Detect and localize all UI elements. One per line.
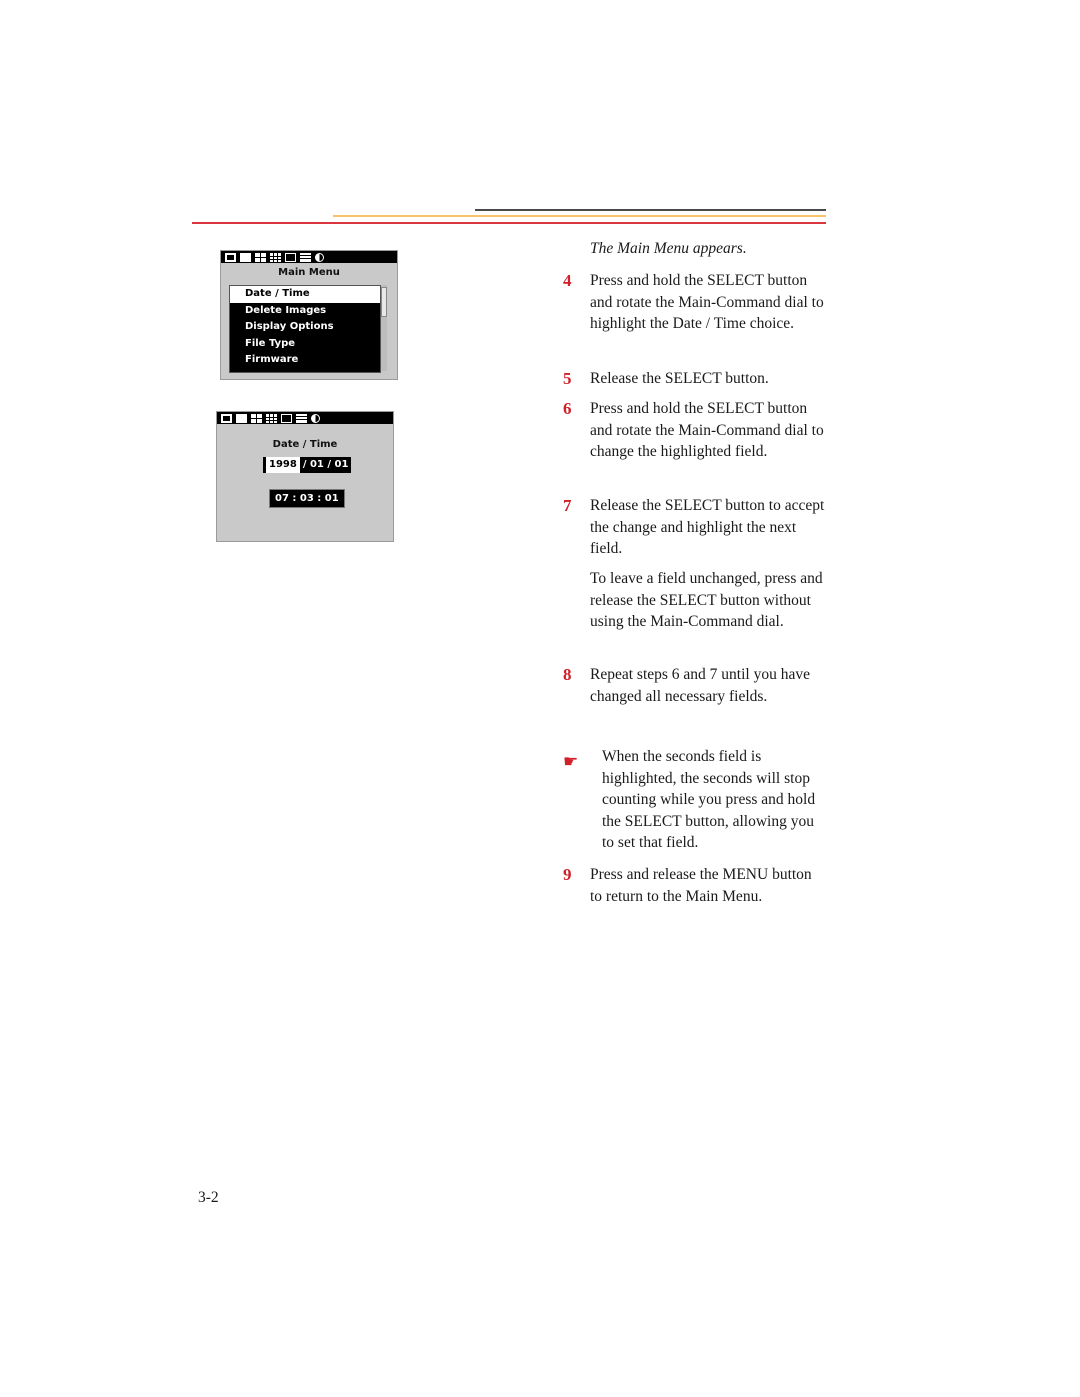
step-text: Repeat steps 6 and 7 until you have chan… bbox=[590, 666, 810, 705]
monitor-icon bbox=[281, 413, 292, 423]
step-number: 5 bbox=[563, 369, 572, 388]
pointing-hand-icon: ☛ bbox=[563, 752, 579, 771]
grid-4-icon bbox=[255, 252, 266, 262]
lcd-title: Date / Time bbox=[272, 439, 338, 450]
step-number: 8 bbox=[563, 665, 572, 684]
menu-item-delete-images: Delete Images bbox=[245, 304, 327, 316]
lcd-icon-bar bbox=[221, 251, 397, 263]
step-text: Press and release the MENU button to ret… bbox=[590, 866, 812, 905]
step-number: 9 bbox=[563, 865, 572, 884]
contrast-icon bbox=[315, 252, 324, 262]
step-text: Release the SELECT button. bbox=[590, 370, 769, 387]
step-text: Press and hold the SELECT button and rot… bbox=[590, 272, 824, 332]
list-icon bbox=[300, 252, 311, 262]
main-menu-list: Date / Time Delete Images Display Option… bbox=[229, 285, 381, 373]
header-rule-dark bbox=[475, 209, 826, 211]
lcd-icon-bar bbox=[217, 412, 393, 424]
step-number: 6 bbox=[563, 399, 572, 418]
step-7-note: To leave a field unchanged, press and re… bbox=[590, 570, 823, 630]
list-icon bbox=[296, 413, 307, 423]
single-frame-icon bbox=[236, 413, 247, 423]
grid-9-icon bbox=[266, 413, 277, 423]
lcd-date-time-screen: Date / Time 1998 / 01 / 01 07 : 03 : 01 bbox=[216, 411, 394, 542]
lcd-title: Main Menu bbox=[278, 267, 340, 278]
menu-item-file-type: File Type bbox=[245, 337, 296, 349]
step-text: Press and hold the SELECT button and rot… bbox=[590, 400, 824, 460]
menu-item-display-options: Display Options bbox=[245, 321, 334, 332]
memory-card-icon bbox=[225, 252, 236, 262]
grid-9-icon bbox=[270, 252, 281, 262]
date-year-field: 1998 bbox=[266, 457, 300, 473]
memory-card-icon bbox=[221, 413, 232, 423]
tip-text: When the seconds field is highlighted, t… bbox=[602, 748, 816, 851]
time-field: 07 : 03 : 01 bbox=[269, 489, 345, 508]
figure-caption: The Main Menu appears. bbox=[590, 240, 747, 257]
lcd-main-menu-screen: Main Menu Date / Time Delete Images Disp… bbox=[220, 250, 398, 380]
contrast-icon bbox=[311, 413, 320, 423]
page-number: 3-2 bbox=[198, 1189, 219, 1206]
step-text: Release the SELECT button to accept the … bbox=[590, 497, 825, 557]
step-number: 4 bbox=[563, 271, 572, 290]
grid-4-icon bbox=[251, 413, 262, 423]
header-rule-orange bbox=[333, 215, 826, 217]
menu-scrollbar bbox=[381, 285, 387, 371]
scrollbar-thumb bbox=[381, 287, 387, 317]
menu-item-firmware: Firmware bbox=[245, 354, 299, 365]
step-number: 7 bbox=[563, 496, 572, 515]
monitor-icon bbox=[285, 252, 296, 262]
single-frame-icon bbox=[240, 252, 251, 262]
date-field: 1998 / 01 / 01 bbox=[263, 457, 352, 473]
date-month-day-field: / 01 / 01 bbox=[299, 457, 352, 473]
menu-item-date-time: Date / Time bbox=[230, 286, 380, 303]
header-rule-red bbox=[192, 222, 826, 224]
